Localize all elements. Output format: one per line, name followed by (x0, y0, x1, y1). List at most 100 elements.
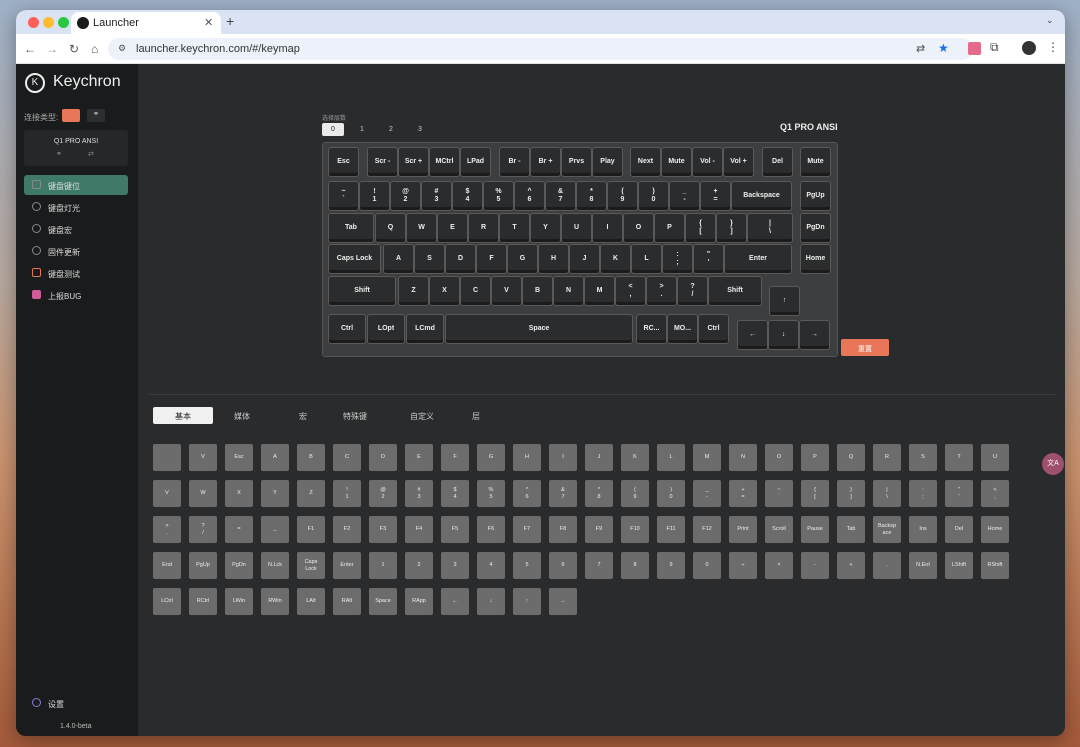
palette-key[interactable]: Scroll (765, 516, 793, 543)
keyboard-key[interactable]: Enter (724, 244, 792, 274)
palette-key[interactable]: 0 (693, 552, 721, 579)
palette-key[interactable]: F10 (621, 516, 649, 543)
palette-key[interactable]: ↑ (513, 588, 541, 615)
keyboard-key[interactable]: Shift (328, 276, 396, 306)
keyboard-key[interactable]: _ - (669, 181, 700, 211)
palette-key[interactable]: Y (261, 480, 289, 507)
minimize-window-button[interactable] (43, 17, 54, 28)
new-tab-button[interactable]: + (226, 13, 234, 29)
palette-key[interactable]: LShift (945, 552, 973, 579)
keyboard-key[interactable]: ~ ` (328, 181, 359, 211)
palette-key[interactable]: = (225, 516, 253, 543)
keyboard-key[interactable]: % 5 (483, 181, 514, 211)
palette-key[interactable]: W (189, 480, 217, 507)
swap-icon[interactable]: ⇄ (88, 150, 94, 158)
home-icon[interactable]: ⌂ (91, 42, 98, 56)
keyboard-key[interactable]: B (522, 276, 553, 306)
palette-key[interactable]: X (225, 480, 253, 507)
palette-key[interactable]: N (729, 444, 757, 471)
palette-key[interactable]: H (513, 444, 541, 471)
keyboard-key[interactable]: ? / (677, 276, 708, 306)
keyboard-key[interactable]: | \ (747, 213, 793, 243)
keyboard-key[interactable]: Esc (328, 147, 359, 177)
palette-key[interactable]: Ins (909, 516, 937, 543)
palette-key[interactable]: F11 (657, 516, 685, 543)
palette-key[interactable]: Print (729, 516, 757, 543)
keyboard-key[interactable]: D (445, 244, 476, 274)
bookmark-star-icon[interactable]: ★ (938, 41, 949, 55)
keyboard-key[interactable]: > . (646, 276, 677, 306)
palette-key[interactable]: F1 (297, 516, 325, 543)
keyboard-key[interactable]: O (623, 213, 654, 243)
extension-icon[interactable] (968, 42, 981, 55)
keyboard-key[interactable]: R (468, 213, 499, 243)
palette-key[interactable]: . (873, 552, 901, 579)
back-icon[interactable]: ← (24, 42, 36, 56)
keyboard-key[interactable]: Scr + (398, 147, 429, 177)
palette-key[interactable]: S (909, 444, 937, 471)
keyboard-key[interactable]: MO... (667, 314, 698, 344)
palette-key[interactable]: 1 (369, 552, 397, 579)
keyboard-key[interactable]: P (654, 213, 685, 243)
keyboard-key[interactable]: Ctrl (698, 314, 729, 344)
translate-icon[interactable]: ⇄ (916, 42, 925, 55)
site-info-icon[interactable]: ⚙ (118, 43, 126, 54)
palette-key[interactable]: 7 (585, 552, 613, 579)
palette-key[interactable]: * 8 (585, 480, 613, 507)
palette-key[interactable]: F2 (333, 516, 361, 543)
palette-key[interactable]: Space (369, 588, 397, 615)
keyboard-key[interactable]: $ 4 (452, 181, 483, 211)
keyboard-key[interactable]: T (499, 213, 530, 243)
palette-key[interactable]: G (477, 444, 505, 471)
keyboard-key[interactable]: } ] (716, 213, 747, 243)
keyboard-key[interactable]: LPad (460, 147, 491, 177)
palette-key[interactable]: 3 (441, 552, 469, 579)
keyboard-key[interactable]: @ 2 (390, 181, 421, 211)
palette-key[interactable]: 6 (549, 552, 577, 579)
keyboard-key[interactable]: L (631, 244, 662, 274)
keyboard-key[interactable]: Tab (328, 213, 374, 243)
palette-key[interactable]: Q (837, 444, 865, 471)
palette-key[interactable]: End (153, 552, 181, 579)
palette-key[interactable]: LCtrl (153, 588, 181, 615)
palette-key[interactable]: 4 (477, 552, 505, 579)
keyboard-key[interactable]: E (437, 213, 468, 243)
sidebar-item-bug[interactable]: 上报BUG (24, 285, 128, 305)
layer-option-1[interactable]: 1 (351, 123, 373, 136)
keyboard-key[interactable]: PgDn (800, 213, 831, 243)
palette-key[interactable]: - (801, 552, 829, 579)
browser-menu-icon[interactable]: ⋮ (1047, 40, 1059, 54)
keyboard-key[interactable]: Backspace (731, 181, 792, 211)
keyboard-key[interactable]: Mute (661, 147, 692, 177)
keyboard-key[interactable]: ) 0 (638, 181, 669, 211)
palette-key[interactable]: C (333, 444, 361, 471)
palette-key[interactable]: LWin (225, 588, 253, 615)
palette-key[interactable]: Pause (801, 516, 829, 543)
palette-key[interactable]: Home (981, 516, 1009, 543)
palette-key[interactable]: _ - (693, 480, 721, 507)
palette-key[interactable]: 2 (405, 552, 433, 579)
palette-tab[interactable]: 层 (457, 407, 495, 424)
palette-key[interactable]: × (765, 552, 793, 579)
palette-key[interactable]: 5 (513, 552, 541, 579)
keyboard-key[interactable]: S (414, 244, 445, 274)
palette-key[interactable]: 9 (657, 552, 685, 579)
palette-tab[interactable]: 宏 (292, 407, 314, 424)
palette-key[interactable]: + = (729, 480, 757, 507)
keyboard-key[interactable]: H (538, 244, 569, 274)
keyboard-key[interactable]: { [ (685, 213, 716, 243)
keyboard-key[interactable]: ↑ (769, 286, 800, 316)
sidebar-item-keymap[interactable]: 键盘键位 (24, 175, 128, 195)
palette-tab[interactable]: 自定义 (395, 407, 449, 424)
keyboard-key[interactable]: Z (398, 276, 429, 306)
palette-key[interactable]: ) 0 (657, 480, 685, 507)
keyboard-key[interactable]: ^ 6 (514, 181, 545, 211)
palette-key[interactable]: F7 (513, 516, 541, 543)
keyboard-key[interactable]: K (600, 244, 631, 274)
palette-key[interactable]: ↓ (477, 588, 505, 615)
keyboard-key[interactable]: Home (800, 244, 831, 274)
palette-key[interactable]: F3 (369, 516, 397, 543)
palette-key[interactable]: ? / (189, 516, 217, 543)
palette-key[interactable]: ÷ (729, 552, 757, 579)
palette-key[interactable]: M (693, 444, 721, 471)
